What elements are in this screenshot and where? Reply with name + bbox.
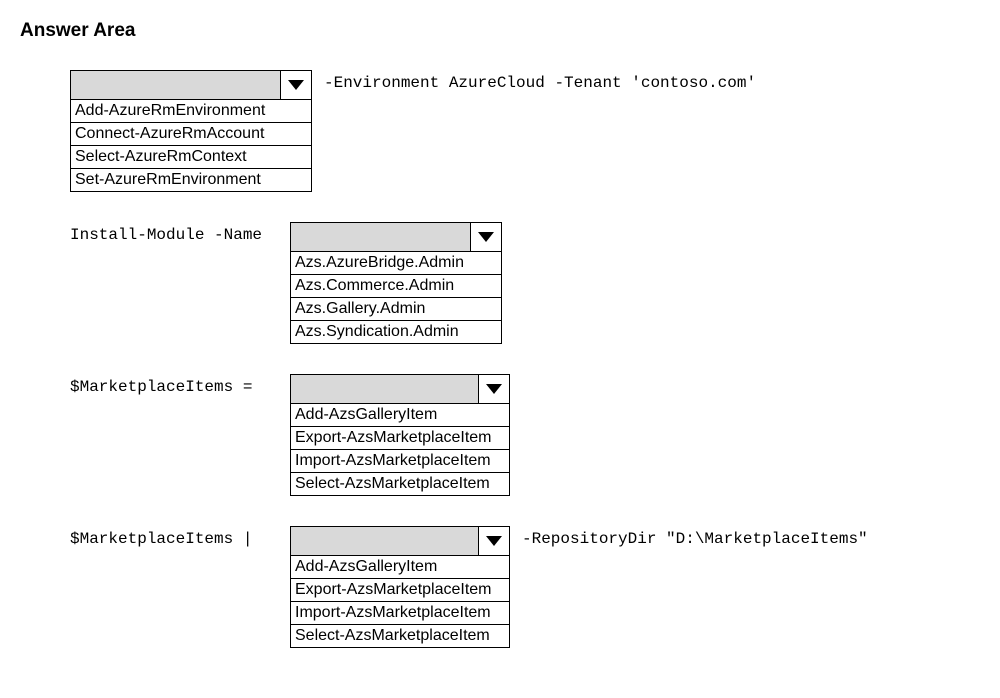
row-3: $MarketplaceItems = Add-AzsGalleryItem E…	[20, 374, 980, 496]
dropdown-selected	[291, 527, 478, 555]
dropdown-2[interactable]: Azs.AzureBridge.Admin Azs.Commerce.Admin…	[290, 222, 502, 344]
chevron-down-icon	[486, 536, 502, 546]
dropdown-option[interactable]: Azs.Syndication.Admin	[291, 321, 501, 343]
chevron-down-icon	[288, 80, 304, 90]
dropdown-option[interactable]: Set-AzureRmEnvironment	[71, 169, 311, 191]
dropdown-option[interactable]: Select-AzureRmContext	[71, 146, 311, 169]
code-left-2: Install-Module -Name	[70, 222, 290, 244]
dropdown-option[interactable]: Azs.Gallery.Admin	[291, 298, 501, 321]
code-trail-4: -RepositoryDir "D:\MarketplaceItems"	[522, 526, 868, 548]
dropdown-option[interactable]: Add-AzsGalleryItem	[291, 556, 509, 579]
code-left-3: $MarketplaceItems =	[70, 374, 290, 396]
row-1: Add-AzureRmEnvironment Connect-AzureRmAc…	[20, 70, 980, 192]
dropdown-selected	[291, 375, 478, 403]
dropdown-option[interactable]: Add-AzureRmEnvironment	[71, 100, 311, 123]
dropdown-option[interactable]: Export-AzsMarketplaceItem	[291, 579, 509, 602]
dropdown-option[interactable]: Select-AzsMarketplaceItem	[291, 625, 509, 647]
dropdown-arrow-box[interactable]	[478, 527, 509, 555]
dropdown-4[interactable]: Add-AzsGalleryItem Export-AzsMarketplace…	[290, 526, 510, 648]
dropdown-header[interactable]	[291, 223, 501, 252]
chevron-down-icon	[486, 384, 502, 394]
chevron-down-icon	[478, 232, 494, 242]
dropdown-arrow-box[interactable]	[478, 375, 509, 403]
dropdown-selected	[291, 223, 470, 251]
row-2: Install-Module -Name Azs.AzureBridge.Adm…	[20, 222, 980, 344]
dropdown-3[interactable]: Add-AzsGalleryItem Export-AzsMarketplace…	[290, 374, 510, 496]
dropdown-arrow-box[interactable]	[470, 223, 501, 251]
dropdown-header[interactable]	[291, 527, 509, 556]
code-left-4: $MarketplaceItems |	[70, 526, 290, 548]
dropdown-option[interactable]: Connect-AzureRmAccount	[71, 123, 311, 146]
dropdown-arrow-box[interactable]	[280, 71, 311, 99]
dropdown-option[interactable]: Select-AzsMarketplaceItem	[291, 473, 509, 495]
dropdown-option[interactable]: Azs.Commerce.Admin	[291, 275, 501, 298]
code-trail-1: -Environment AzureCloud -Tenant 'contoso…	[324, 70, 756, 92]
dropdown-header[interactable]	[291, 375, 509, 404]
dropdown-option[interactable]: Add-AzsGalleryItem	[291, 404, 509, 427]
dropdown-option[interactable]: Export-AzsMarketplaceItem	[291, 427, 509, 450]
dropdown-option[interactable]: Import-AzsMarketplaceItem	[291, 450, 509, 473]
row-4: $MarketplaceItems | Add-AzsGalleryItem E…	[20, 526, 980, 648]
dropdown-1[interactable]: Add-AzureRmEnvironment Connect-AzureRmAc…	[70, 70, 312, 192]
page-title: Answer Area	[20, 20, 980, 42]
dropdown-selected	[71, 71, 280, 99]
dropdown-option[interactable]: Azs.AzureBridge.Admin	[291, 252, 501, 275]
dropdown-header[interactable]	[71, 71, 311, 100]
dropdown-option[interactable]: Import-AzsMarketplaceItem	[291, 602, 509, 625]
